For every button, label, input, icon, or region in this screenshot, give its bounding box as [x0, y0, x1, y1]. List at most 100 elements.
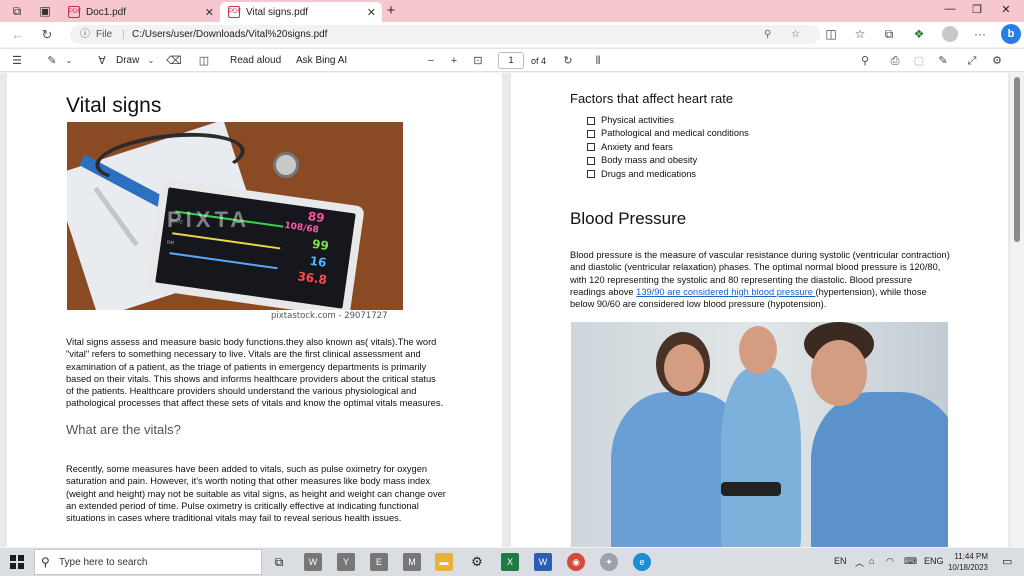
url-field[interactable]: ⓘ File | C:/Users/user/Downloads/Vital%2… — [70, 25, 820, 44]
pdf-viewer[interactable]: Vital signs 89 108/68 99 16 36.8 SpO2 RR — [0, 73, 1024, 547]
clock-time: 11:44 PM — [954, 552, 988, 561]
url-separator: | — [122, 29, 125, 40]
blood-pressure-paragraph: Blood pressure is the measure of vascula… — [570, 250, 950, 310]
tray-chevron-icon[interactable]: ︿ — [855, 556, 864, 569]
fit-page-icon[interactable]: ⊡ — [470, 54, 486, 68]
word-icon[interactable]: W — [534, 553, 552, 571]
checkbox-icon[interactable] — [587, 170, 595, 179]
zoom-icon[interactable]: ⚲ — [764, 25, 771, 44]
rotate-icon[interactable]: ↻ — [560, 54, 576, 68]
fullscreen-icon[interactable]: ⤢ — [964, 54, 980, 68]
excel-icon[interactable]: X — [501, 553, 519, 571]
document-title: Vital signs — [66, 94, 162, 117]
favorites-icon[interactable]: ☆ — [851, 27, 869, 41]
draw-icon[interactable]: ∀ — [94, 54, 110, 68]
pdf-toolbar: ☰ ✎ ⌄ ∀ Draw ⌄ ⌫ ◫ Read aloud Ask Bing A… — [0, 48, 1024, 72]
blood-pressure-heading: Blood Pressure — [570, 209, 687, 228]
draw-button[interactable]: Draw — [116, 54, 139, 68]
language-indicator[interactable]: EN — [834, 556, 847, 566]
list-item: Physical activities — [587, 114, 749, 127]
wifi-icon[interactable]: ◠ — [886, 556, 894, 567]
title-bar: ⧉ ▣ PDF Doc1.pdf ✕ PDF Vital signs.pdf ✕… — [0, 0, 1024, 22]
pdf-page-left: Vital signs 89 108/68 99 16 36.8 SpO2 RR — [7, 73, 502, 547]
search-icon: ⚲ — [41, 555, 50, 569]
scrollbar-thumb[interactable] — [1014, 77, 1020, 242]
intro-paragraph: Vital signs assess and measure basic bod… — [66, 337, 444, 409]
minimize-button[interactable]: — — [940, 3, 960, 15]
tab-label: Vital signs.pdf — [246, 6, 309, 18]
close-icon[interactable]: ✕ — [367, 6, 376, 19]
keyboard-icon[interactable]: ⌨ — [904, 556, 917, 567]
tab-actions-icon[interactable]: ▣ — [37, 3, 53, 19]
highlight-icon[interactable]: ✎ — [44, 54, 60, 68]
task-view-icon[interactable]: ⧉ — [270, 553, 288, 571]
input-language[interactable]: ENG — [924, 556, 944, 566]
extensions-icon[interactable]: ❖ — [910, 27, 928, 41]
app-icon-e[interactable]: E — [370, 553, 388, 571]
save-as-icon[interactable]: ✎ — [935, 54, 951, 68]
text-icon[interactable]: ◫ — [196, 54, 212, 68]
new-tab-button[interactable]: + — [383, 3, 399, 19]
bing-icon[interactable]: b — [1001, 24, 1021, 44]
app-icon-m[interactable]: M — [403, 553, 421, 571]
list-item: Anxiety and fears — [587, 141, 749, 154]
page-count: of 4 — [531, 56, 547, 66]
chrome-icon[interactable]: ◉ — [567, 553, 585, 571]
taskbar: ⚲ Type here to search ⧉ W Y E M ▬ ⚙ X W … — [0, 548, 1024, 576]
maximize-button[interactable]: ❐ — [967, 3, 987, 16]
vital-monitor-image: 89 108/68 99 16 36.8 SpO2 RR PIXTA — [67, 122, 403, 310]
ask-bing-button[interactable]: Ask Bing AI — [296, 54, 347, 68]
more-options-icon[interactable]: ··· — [971, 27, 989, 41]
tab-vital-signs[interactable]: PDF Vital signs.pdf ✕ — [220, 2, 382, 22]
app-icon-y[interactable]: Y — [337, 553, 355, 571]
search-placeholder: Type here to search — [59, 557, 148, 568]
windows-start-icon[interactable] — [10, 555, 24, 569]
tab-label: Doc1.pdf — [86, 6, 127, 18]
refresh-icon[interactable]: ↻ — [39, 27, 55, 43]
contents-icon[interactable]: ☰ — [9, 54, 25, 68]
zoom-out-button[interactable]: − — [423, 54, 439, 68]
profile-avatar[interactable] — [942, 26, 958, 42]
search-icon[interactable]: ⚲ — [857, 54, 873, 68]
blood-pressure-link[interactable]: 139/90 are considered high blood pressur… — [636, 287, 815, 297]
nurses-image — [571, 322, 948, 547]
chevron-down-icon[interactable]: ⌄ — [143, 54, 159, 68]
vitals-paragraph: Recently, some measures have been added … — [66, 464, 446, 524]
split-screen-icon[interactable]: ◫ — [822, 27, 840, 41]
settings-gear-icon[interactable]: ⚙ — [468, 553, 486, 571]
taskbar-search-box[interactable]: ⚲ Type here to search — [34, 549, 262, 575]
collections-icon[interactable]: ⧉ — [880, 27, 898, 42]
page-view-icon[interactable]: ⫴ — [590, 54, 606, 68]
close-icon[interactable]: ✕ — [205, 6, 214, 19]
print-icon[interactable]: ⎙ — [887, 54, 903, 68]
settings-gear-icon[interactable]: ⚙ — [989, 54, 1005, 68]
url-text[interactable]: C:/Users/user/Downloads/Vital%20signs.pd… — [132, 25, 327, 44]
image-credit: pixtastock.com - 29071727 — [271, 311, 388, 321]
chevron-down-icon[interactable]: ⌄ — [61, 54, 77, 68]
back-icon[interactable]: ← — [10, 27, 26, 42]
edge-icon[interactable]: e — [633, 553, 651, 571]
vertical-scrollbar[interactable] — [1010, 73, 1024, 547]
info-icon[interactable]: ⓘ — [80, 25, 90, 44]
close-window-button[interactable]: ✕ — [996, 3, 1016, 16]
page-number-input[interactable]: 1 — [498, 52, 524, 69]
watermark: PIXTA — [167, 207, 251, 232]
app-icon[interactable]: ✦ — [600, 553, 618, 571]
clock-date: 10/18/2023 — [947, 563, 988, 572]
read-aloud-button[interactable]: Read aloud — [230, 54, 281, 68]
tab-doc1[interactable]: PDF Doc1.pdf ✕ — [60, 2, 220, 22]
app-icon-w[interactable]: W — [304, 553, 322, 571]
checkbox-icon[interactable] — [587, 143, 595, 152]
file-explorer-icon[interactable]: ▬ — [435, 553, 453, 571]
zoom-in-button[interactable]: + — [446, 54, 462, 68]
checkbox-icon[interactable] — [587, 130, 595, 139]
workspaces-icon[interactable]: ⧉ — [9, 3, 25, 19]
checkbox-icon[interactable] — [587, 156, 595, 165]
favorite-star-icon[interactable]: ☆ — [791, 25, 800, 44]
checkbox-icon[interactable] — [587, 116, 595, 125]
clock[interactable]: 11:44 PM 10/18/2023 — [944, 551, 988, 573]
notifications-icon[interactable]: ▭ — [1002, 555, 1012, 568]
erase-icon[interactable]: ⌫ — [166, 54, 182, 68]
network-icon[interactable]: ⌂ — [869, 556, 874, 566]
save-icon[interactable]: ▢ — [911, 54, 927, 68]
